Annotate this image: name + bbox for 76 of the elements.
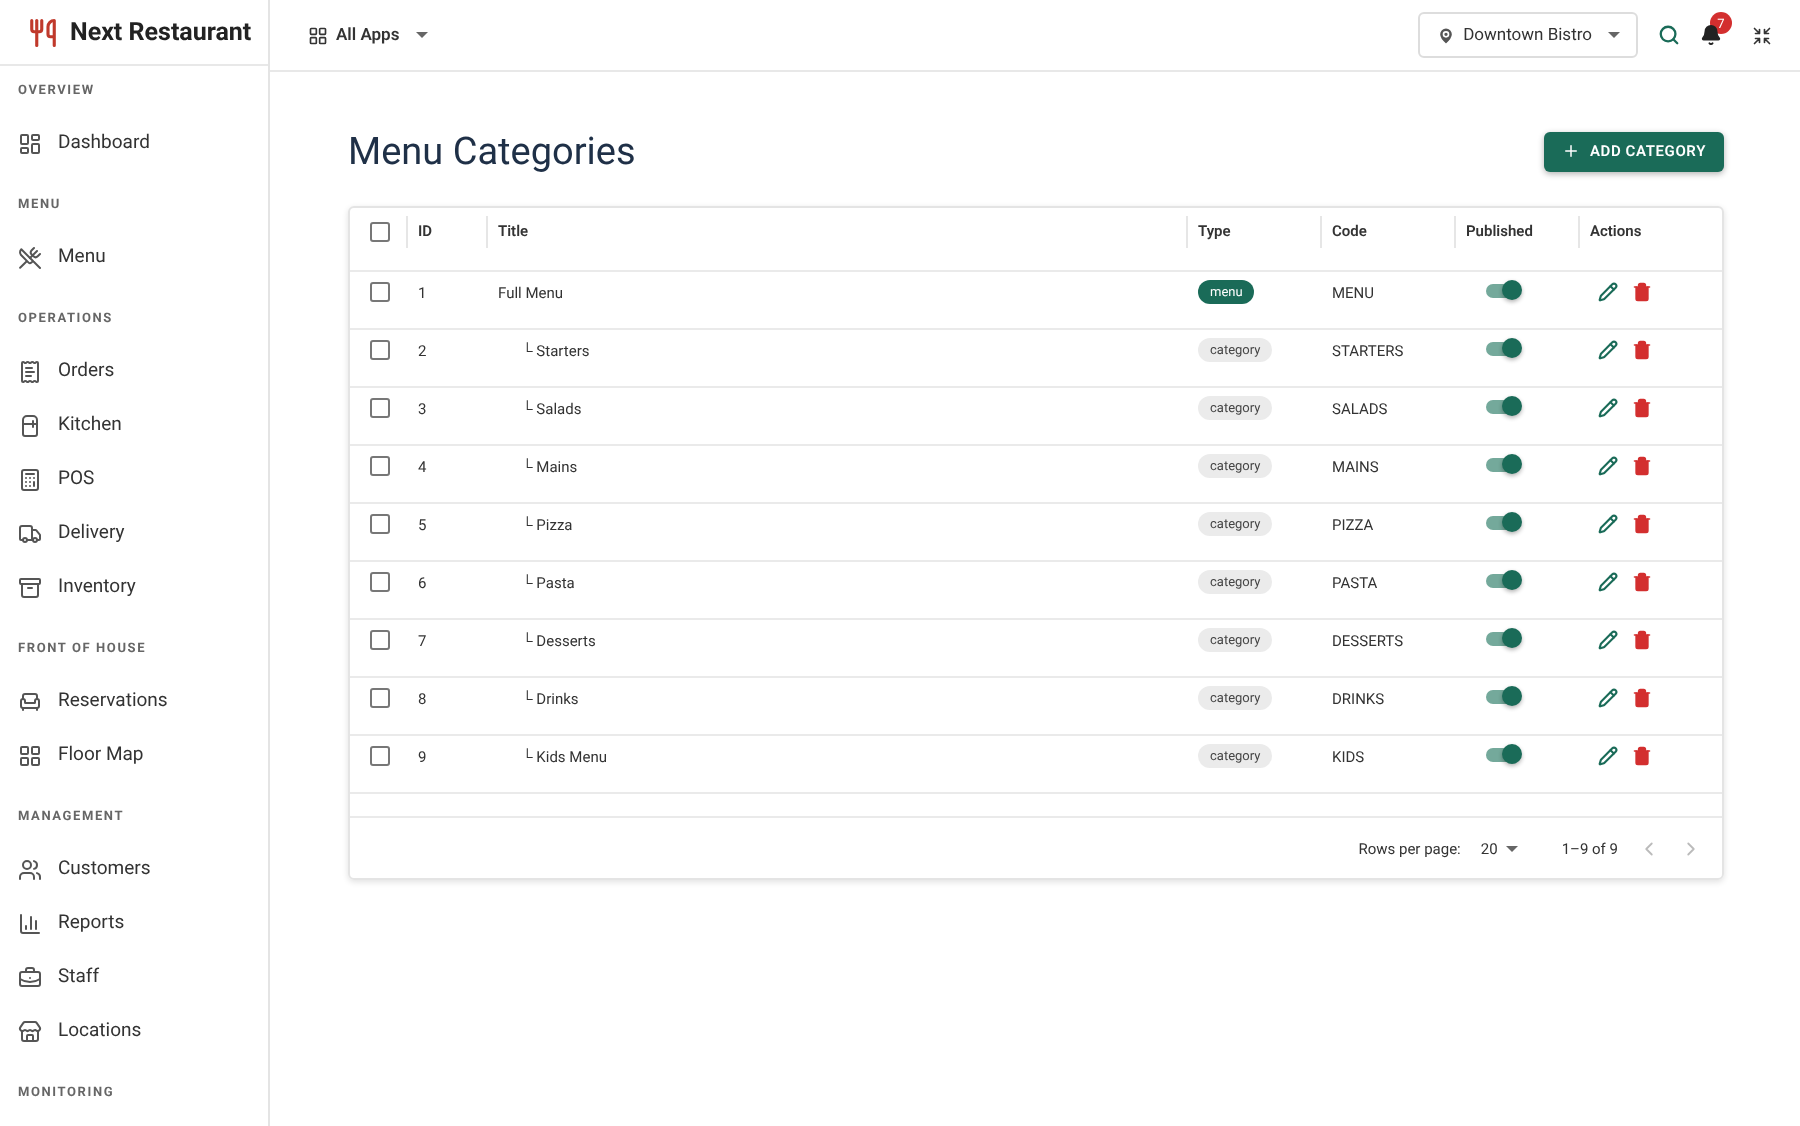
sidebar-item[interactable]: Reservations bbox=[0, 674, 268, 728]
caret-icon bbox=[1608, 32, 1620, 38]
published-toggle[interactable] bbox=[1486, 689, 1520, 703]
checkbox[interactable] bbox=[370, 282, 390, 302]
pin-icon bbox=[1435, 25, 1456, 45]
chart-icon bbox=[18, 911, 42, 935]
notifications-button[interactable] bbox=[1700, 24, 1722, 46]
apps-menu-button[interactable]: All Apps bbox=[308, 25, 428, 45]
brand-name: Next Restaurant bbox=[70, 17, 252, 47]
published-toggle[interactable] bbox=[1486, 573, 1520, 587]
delete-icon[interactable] bbox=[1632, 746, 1652, 766]
delete-icon[interactable] bbox=[1632, 688, 1652, 708]
delete-icon[interactable] bbox=[1632, 572, 1652, 592]
delete-icon[interactable] bbox=[1632, 514, 1652, 534]
sidebar-item[interactable]: Menu bbox=[0, 230, 268, 284]
edit-icon[interactable] bbox=[1598, 746, 1618, 766]
location-select[interactable]: Downtown Bistro bbox=[1417, 12, 1638, 58]
dashboard-icon bbox=[18, 131, 42, 155]
briefcase-icon bbox=[18, 965, 42, 989]
calculator-icon bbox=[18, 467, 42, 491]
collapse-button[interactable] bbox=[1752, 25, 1772, 45]
checkbox[interactable] bbox=[370, 398, 390, 418]
utensils-icon bbox=[18, 245, 42, 269]
fridge-icon bbox=[18, 413, 42, 437]
delete-icon[interactable] bbox=[1632, 456, 1652, 476]
checkbox[interactable] bbox=[370, 572, 390, 592]
edit-icon[interactable] bbox=[1598, 398, 1618, 418]
grid-icon bbox=[18, 743, 42, 767]
published-toggle[interactable] bbox=[1486, 399, 1520, 413]
receipt-icon bbox=[18, 359, 42, 383]
published-toggle[interactable] bbox=[1486, 283, 1520, 297]
delete-icon[interactable] bbox=[1632, 340, 1652, 360]
checkbox[interactable] bbox=[370, 340, 390, 360]
checkbox[interactable] bbox=[370, 456, 390, 476]
edit-icon[interactable] bbox=[1598, 456, 1618, 476]
plus-icon bbox=[1561, 142, 1580, 160]
edit-icon[interactable] bbox=[1598, 630, 1618, 650]
sidebar-item[interactable]: Kitchen bbox=[0, 398, 268, 452]
published-toggle[interactable] bbox=[1486, 631, 1520, 645]
checkbox[interactable] bbox=[370, 221, 390, 242]
delete-icon[interactable] bbox=[1632, 282, 1652, 302]
store-icon bbox=[18, 1019, 42, 1043]
truck-icon bbox=[18, 521, 42, 545]
users-icon bbox=[18, 857, 42, 881]
sidebar-item[interactable]: Locations bbox=[0, 1004, 268, 1058]
grid-icon bbox=[308, 25, 328, 45]
published-toggle[interactable] bbox=[1486, 515, 1520, 529]
sidebar-item[interactable]: Floor Map bbox=[0, 728, 268, 782]
sidebar-item[interactable]: Delivery bbox=[0, 506, 268, 560]
checkbox[interactable] bbox=[370, 630, 390, 650]
edit-icon[interactable] bbox=[1598, 572, 1618, 592]
sidebar-item[interactable]: Reports bbox=[0, 896, 268, 950]
checkbox[interactable] bbox=[370, 688, 390, 708]
sidebar-item[interactable]: Customers bbox=[0, 842, 268, 896]
edit-icon[interactable] bbox=[1598, 340, 1618, 360]
delete-icon[interactable] bbox=[1632, 630, 1652, 650]
sidebar-item[interactable]: Orders bbox=[0, 344, 268, 398]
archive-icon bbox=[18, 575, 42, 599]
delete-icon[interactable] bbox=[1632, 398, 1652, 418]
sidebar-item[interactable]: Inventory bbox=[0, 560, 268, 614]
caret-icon bbox=[415, 32, 428, 38]
utensils-icon bbox=[28, 17, 58, 47]
chair-icon bbox=[18, 689, 42, 713]
published-toggle[interactable] bbox=[1486, 457, 1520, 471]
edit-icon[interactable] bbox=[1598, 514, 1618, 534]
checkbox[interactable] bbox=[370, 746, 390, 766]
edit-icon[interactable] bbox=[1598, 282, 1618, 302]
published-toggle[interactable] bbox=[1486, 747, 1520, 761]
checkbox[interactable] bbox=[370, 514, 390, 534]
sidebar-item[interactable]: Staff bbox=[0, 950, 268, 1004]
sidebar-item[interactable]: Dashboard bbox=[0, 116, 268, 170]
sidebar-item[interactable]: POS bbox=[0, 452, 268, 506]
edit-icon[interactable] bbox=[1598, 688, 1618, 708]
published-toggle[interactable] bbox=[1486, 341, 1520, 355]
page-title: Menu Categories bbox=[348, 128, 636, 174]
search-button[interactable] bbox=[1658, 24, 1680, 46]
